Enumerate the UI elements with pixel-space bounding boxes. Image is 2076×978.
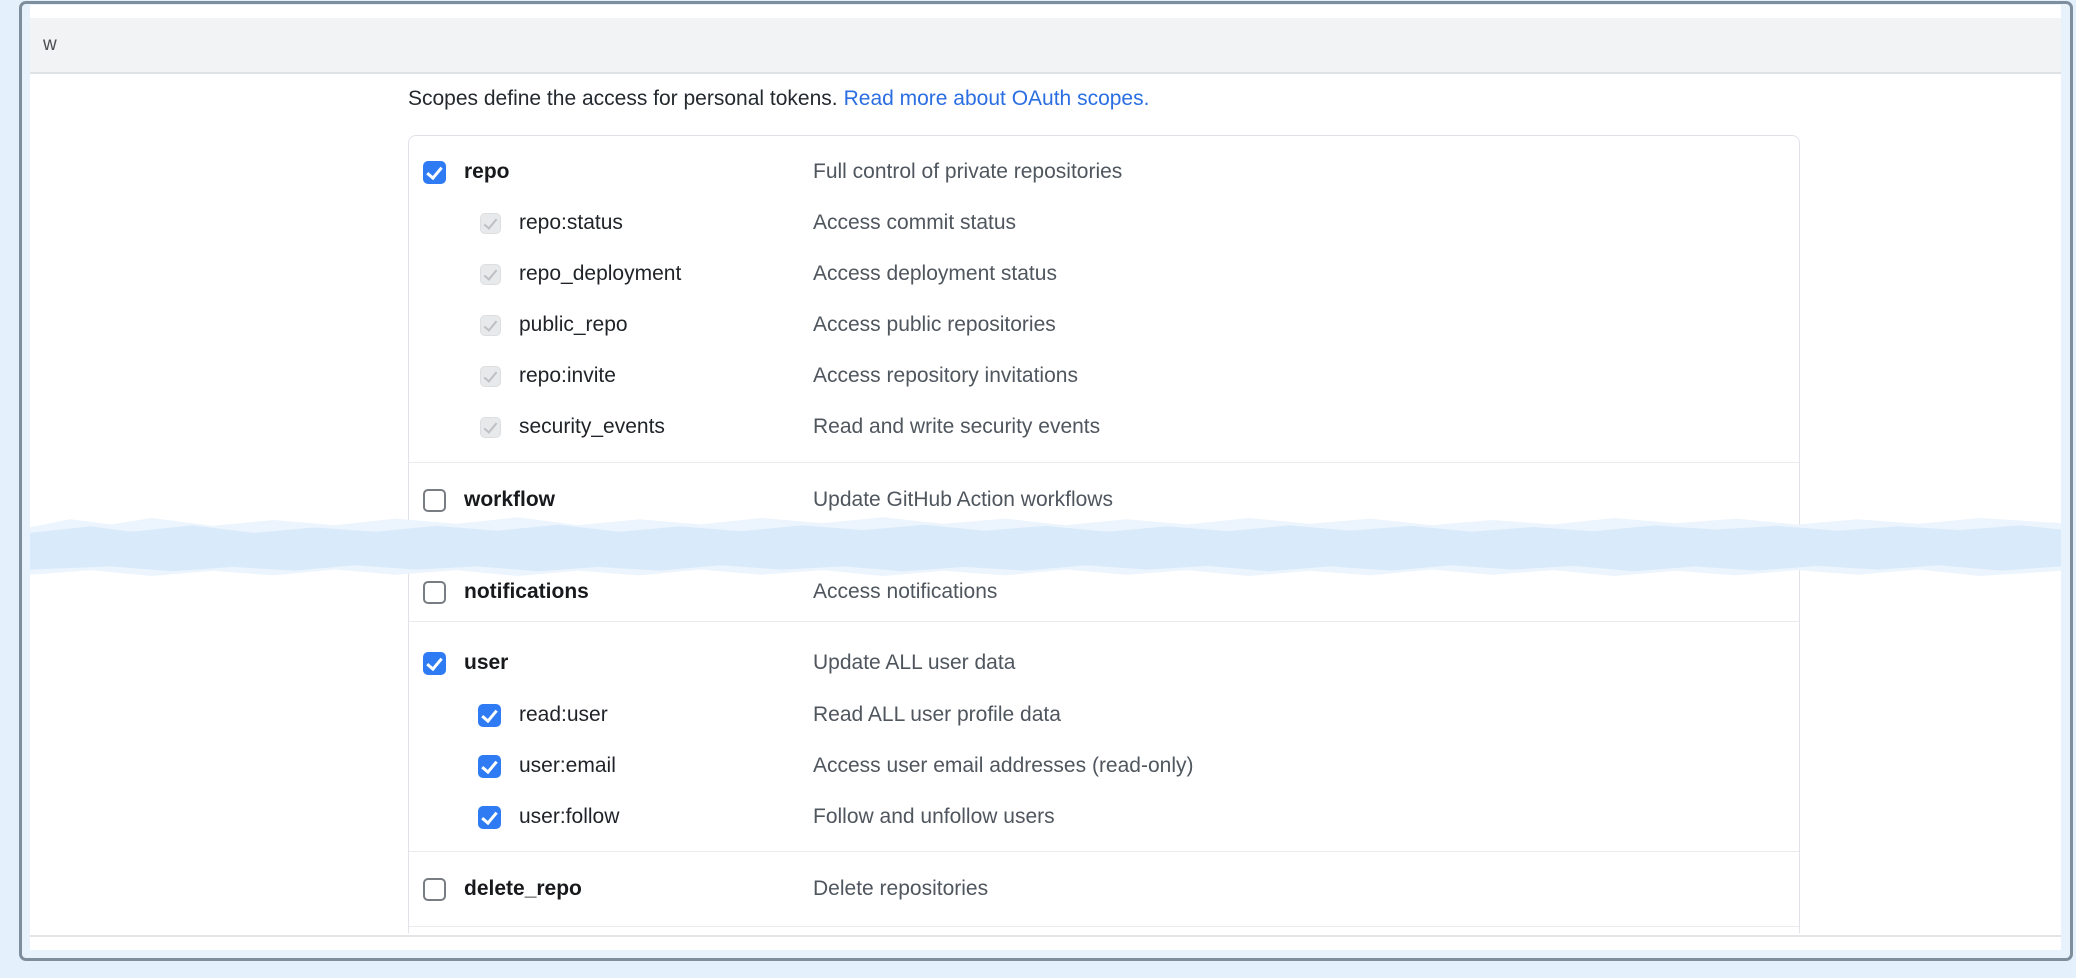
scope-description: Read ALL user profile data xyxy=(813,703,1061,727)
intro-text: Scopes define the access for personal to… xyxy=(408,87,838,110)
group-divider xyxy=(409,462,1799,463)
scope-label[interactable]: user xyxy=(464,651,508,675)
toolbar-bar: w xyxy=(30,18,2061,74)
checkbox-security-events xyxy=(480,417,501,438)
checkbox-user-follow[interactable] xyxy=(478,806,501,829)
scope-label[interactable]: notifications xyxy=(464,580,589,604)
scope-description: Follow and unfollow users xyxy=(813,805,1055,829)
group-divider xyxy=(409,621,1799,622)
scope-label[interactable]: user:follow xyxy=(519,805,619,829)
scope-label[interactable]: delete_repo xyxy=(464,877,582,901)
scope-row-repo-invite: repo:invite Access repository invitation… xyxy=(409,361,1799,391)
checkbox-notifications[interactable] xyxy=(423,581,446,604)
scope-row-security-events: security_events Read and write security … xyxy=(409,412,1799,442)
checkbox-public-repo xyxy=(480,315,501,336)
scope-label: repo:status xyxy=(519,211,623,235)
scope-description: Access public repositories xyxy=(813,313,1056,337)
scope-description: Access deployment status xyxy=(813,262,1057,286)
scope-row-repo-status: repo:status Access commit status xyxy=(409,208,1799,238)
scope-description: Full control of private repositories xyxy=(813,160,1122,184)
scope-row-workflow: workflow Update GitHub Action workflows xyxy=(409,485,1799,515)
scope-row-notifications: notifications Access notifications xyxy=(409,577,1799,607)
scope-label: repo_deployment xyxy=(519,262,681,286)
scope-label: public_repo xyxy=(519,313,628,337)
torn-edge xyxy=(30,521,2061,575)
content-bottom-border xyxy=(30,935,2061,937)
scopes-intro: Scopes define the access for personal to… xyxy=(408,85,1908,112)
scope-description: Access repository invitations xyxy=(813,364,1078,388)
checkbox-read-user[interactable] xyxy=(478,704,501,727)
checkbox-repo-invite xyxy=(480,366,501,387)
checkbox-repo[interactable] xyxy=(423,161,446,184)
checkbox-repo-status xyxy=(480,213,501,234)
scope-row-delete-repo: delete_repo Delete repositories xyxy=(409,874,1799,904)
checkbox-user[interactable] xyxy=(423,652,446,675)
toolbar-label: w xyxy=(43,34,57,56)
scope-description: Read and write security events xyxy=(813,415,1100,439)
scope-description: Delete repositories xyxy=(813,877,988,901)
checkbox-delete-repo[interactable] xyxy=(423,878,446,901)
scope-label[interactable]: read:user xyxy=(519,703,608,727)
scope-row-user-follow: user:follow Follow and unfollow users xyxy=(409,802,1799,832)
scope-row-read-user: read:user Read ALL user profile data xyxy=(409,700,1799,730)
scope-row-repo: repo Full control of private repositorie… xyxy=(409,157,1799,187)
scope-description: Update GitHub Action workflows xyxy=(813,488,1113,512)
group-divider xyxy=(409,851,1799,852)
group-divider xyxy=(409,926,1799,927)
oauth-scopes-link[interactable]: Read more about OAuth scopes. xyxy=(844,87,1150,110)
scope-row-user-email: user:email Access user email addresses (… xyxy=(409,751,1799,781)
scope-description: Access notifications xyxy=(813,580,997,604)
checkbox-workflow[interactable] xyxy=(423,489,446,512)
scope-description: Update ALL user data xyxy=(813,651,1015,675)
scope-row-user: user Update ALL user data xyxy=(409,648,1799,678)
scope-description: Access commit status xyxy=(813,211,1016,235)
scope-label: repo:invite xyxy=(519,364,616,388)
scope-row-repo-deployment: repo_deployment Access deployment status xyxy=(409,259,1799,289)
scope-label: security_events xyxy=(519,415,665,439)
scope-label[interactable]: repo xyxy=(464,160,510,184)
scope-row-public-repo: public_repo Access public repositories xyxy=(409,310,1799,340)
screenshot-stage: w Scopes define the access for personal … xyxy=(0,0,2076,978)
checkbox-repo-deployment xyxy=(480,264,501,285)
checkbox-user-email[interactable] xyxy=(478,755,501,778)
scope-label[interactable]: workflow xyxy=(464,488,555,512)
scope-label[interactable]: user:email xyxy=(519,754,616,778)
scope-description: Access user email addresses (read-only) xyxy=(813,754,1193,778)
